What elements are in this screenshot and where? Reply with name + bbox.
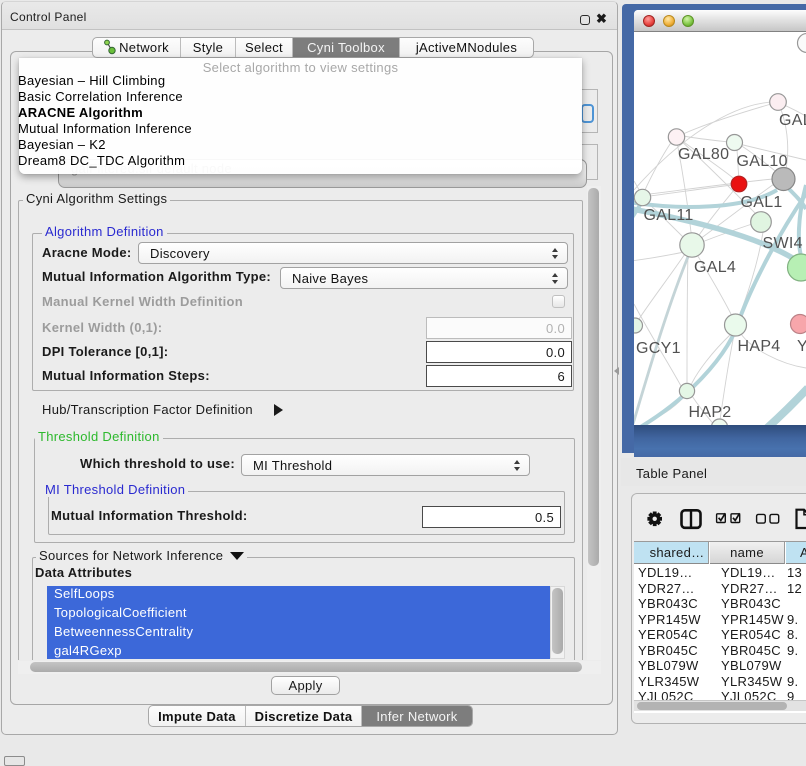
svg-text:GAL7: GAL7 <box>779 112 806 129</box>
svg-text:SWI4: SWI4 <box>763 235 803 252</box>
svg-text:GAL1: GAL1 <box>741 194 783 211</box>
svg-text:GCY1: GCY1 <box>636 340 681 357</box>
svg-text:GAL11: GAL11 <box>644 207 694 224</box>
svg-text:HAP2: HAP2 <box>689 404 732 421</box>
svg-text:GAL4: GAL4 <box>694 259 736 276</box>
svg-text:HAP4: HAP4 <box>738 338 781 355</box>
svg-text:GAL10: GAL10 <box>737 153 788 170</box>
svg-text:Y: Y <box>797 338 806 355</box>
svg-text:GAL80: GAL80 <box>678 146 729 163</box>
